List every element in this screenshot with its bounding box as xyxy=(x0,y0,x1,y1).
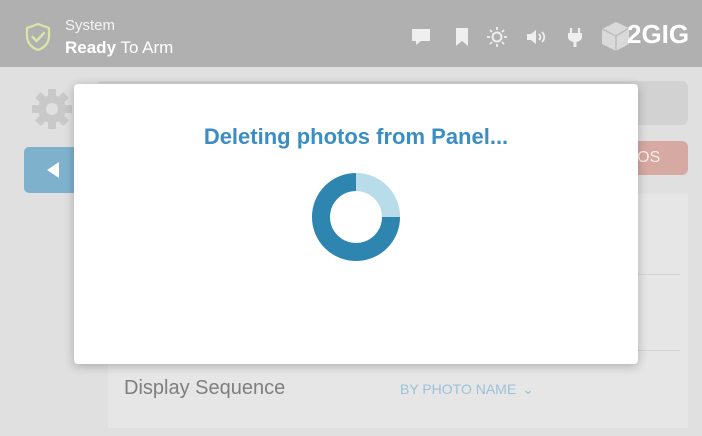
system-label: System xyxy=(65,17,116,34)
bookmark-icon[interactable] xyxy=(451,26,473,48)
dialog-title: Deleting photos from Panel... xyxy=(203,124,509,149)
loading-spinner-icon xyxy=(312,173,400,261)
brightness-icon[interactable] xyxy=(486,26,508,48)
gear-icon xyxy=(32,89,72,129)
display-sequence-label: Display Sequence xyxy=(124,377,286,399)
status-header: System Ready To Arm 2GIG xyxy=(0,0,702,67)
chevron-left-icon xyxy=(47,162,59,178)
display-sequence-dropdown[interactable]: BY PHOTO NAME ⌄ xyxy=(400,381,534,398)
brand-name: 2GIG xyxy=(627,19,690,49)
message-icon[interactable] xyxy=(410,26,432,48)
deleting-photos-dialog: Deleting photos from Panel... xyxy=(74,84,638,364)
arm-status-text: Ready To Arm xyxy=(65,38,174,57)
plug-icon xyxy=(568,28,582,47)
chevron-down-icon: ⌄ xyxy=(522,381,534,397)
shield-check-icon xyxy=(25,22,51,52)
volume-icon[interactable] xyxy=(525,26,547,48)
